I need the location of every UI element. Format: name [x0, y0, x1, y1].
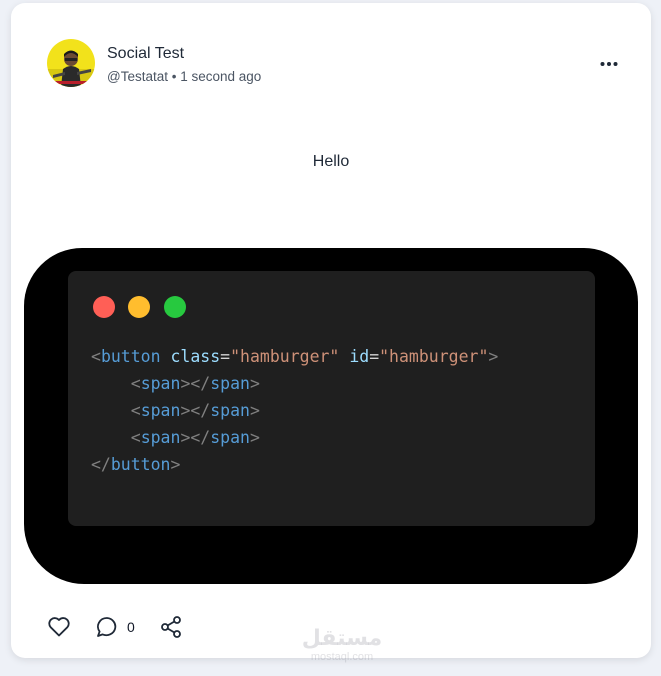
- code-token: span: [210, 374, 250, 393]
- share-button[interactable]: [159, 615, 183, 639]
- code-line: <span></span>: [91, 397, 498, 424]
- code-token: span: [140, 428, 181, 447]
- code-token: span: [140, 401, 181, 420]
- window-dot-red: [93, 296, 115, 318]
- code-token: >: [488, 347, 499, 366]
- code-token: <: [130, 401, 141, 420]
- code-token: ></: [180, 374, 211, 393]
- code-token: ></: [180, 401, 211, 420]
- comment-button[interactable]: 0: [95, 615, 135, 639]
- share-icon: [161, 616, 181, 638]
- code-token: =: [220, 347, 231, 366]
- code-token: ></: [180, 428, 211, 447]
- post-actions: 0: [11, 615, 651, 645]
- code-token: >: [170, 455, 181, 474]
- window-dot-green: [164, 296, 186, 318]
- more-horizontal-icon: [600, 62, 618, 66]
- code-token: <: [91, 347, 101, 366]
- code-line: </button>: [91, 451, 498, 478]
- meta-separator: •: [171, 69, 177, 84]
- code-token: <: [130, 428, 141, 447]
- code-line: <span></span>: [91, 424, 498, 451]
- code-token: button: [100, 347, 161, 366]
- code-token: <: [130, 374, 141, 393]
- author-name[interactable]: Social Test: [107, 45, 184, 63]
- post-timestamp: 1 second ago: [180, 69, 262, 84]
- code-line: <span></span>: [91, 370, 498, 397]
- code-token: class: [170, 347, 221, 366]
- code-token: "hamburger": [379, 347, 489, 366]
- code-token: id: [349, 347, 370, 366]
- post-meta: @Testatat • 1 second ago: [107, 69, 261, 84]
- code-token: =: [369, 347, 380, 366]
- more-options-button[interactable]: [595, 55, 623, 73]
- code-token: >: [250, 374, 260, 393]
- watermark-url: mostaql.com: [310, 651, 374, 663]
- code-token: span: [140, 374, 181, 393]
- code-token: </: [91, 455, 111, 474]
- author-handle[interactable]: @Testatat: [107, 69, 168, 84]
- like-button[interactable]: [47, 615, 71, 637]
- code-token: span: [210, 401, 250, 420]
- code-image[interactable]: <button class="hamburger" id="hamburger"…: [24, 248, 638, 584]
- post-text: Hello: [312, 153, 350, 170]
- code-token: span: [210, 428, 250, 447]
- code-token: button: [110, 455, 171, 474]
- window-dot-yellow: [128, 296, 150, 318]
- avatar[interactable]: [47, 39, 95, 87]
- heart-icon: [48, 617, 70, 637]
- code-window: <button class="hamburger" id="hamburger"…: [68, 271, 595, 526]
- code-line: <button class="hamburger" id="hamburger"…: [91, 343, 498, 370]
- code-block: <button class="hamburger" id="hamburger"…: [91, 343, 498, 478]
- comment-icon: [97, 617, 117, 637]
- code-token: "hamburger": [230, 347, 340, 366]
- comment-count: 0: [127, 619, 135, 635]
- code-token: >: [250, 428, 260, 447]
- code-token: >: [250, 401, 260, 420]
- post-card: Social Test @Testatat • 1 second ago Hel…: [11, 3, 651, 663]
